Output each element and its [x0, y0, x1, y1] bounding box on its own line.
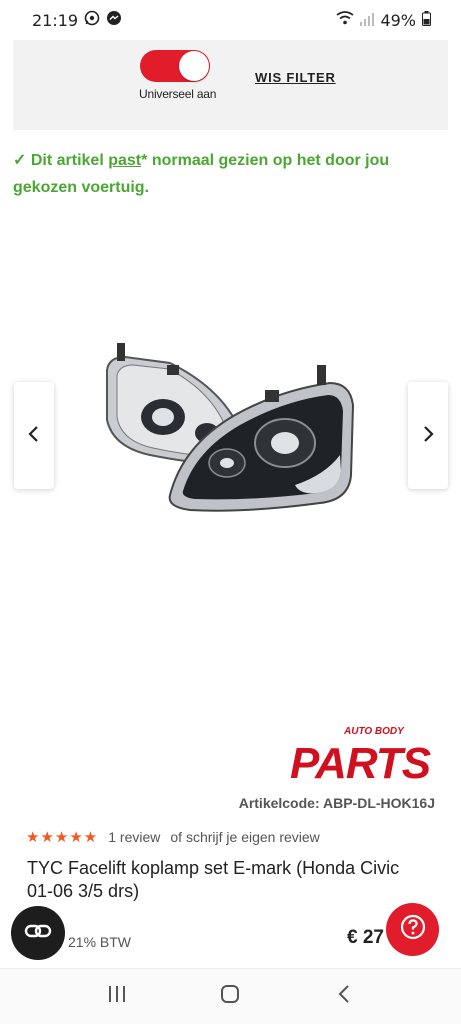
rating-stars: ★★★★★ — [26, 829, 99, 846]
fit-message: ✓ Dit artikel past* normaal gezien op he… — [13, 147, 443, 201]
question-icon — [400, 914, 426, 945]
toggle-label: Universeel aan — [139, 87, 217, 101]
battery-icon — [422, 10, 431, 30]
rating-row: ★★★★★ 1 review of schrijf je eigen revie… — [26, 828, 320, 846]
article-code: Artikelcode: ABP-DL-HOK16J — [238, 795, 435, 811]
check-icon: ✓ — [13, 152, 27, 169]
brand-logo-main-text: PARTS — [290, 739, 431, 784]
universal-toggle[interactable] — [140, 50, 210, 82]
whatsapp-icon — [84, 10, 100, 30]
system-nav-bar — [0, 968, 461, 1024]
status-time: 21:19 — [32, 10, 79, 30]
brand-logo-top-text: AUTO BODY — [343, 726, 405, 737]
recent-apps-button[interactable] — [97, 977, 137, 1017]
gallery-next-button[interactable] — [408, 382, 448, 489]
gallery-prev-button[interactable] — [14, 382, 54, 489]
battery-percent: 49% — [380, 10, 416, 30]
filter-bar: Universeel aan WIS FILTER — [13, 40, 448, 130]
status-left: 21:19 — [32, 10, 122, 30]
chat-button[interactable] — [11, 906, 65, 960]
vat-label: 21% BTW — [68, 934, 132, 950]
wifi-icon — [336, 10, 354, 30]
recent-apps-icon — [107, 985, 127, 1008]
messenger-icon — [106, 10, 122, 30]
product-title: TYC Facelift koplamp set E-mark (Honda C… — [27, 858, 400, 901]
help-button[interactable] — [386, 903, 439, 956]
review-count-link[interactable]: 1 review — [108, 829, 160, 845]
status-right: 49% — [336, 10, 431, 30]
back-button[interactable] — [324, 977, 364, 1017]
chevron-right-icon — [421, 423, 435, 449]
home-button[interactable] — [210, 977, 250, 1017]
product-price: € 27 — [347, 927, 384, 948]
signal-icon — [360, 11, 375, 30]
fit-message-prefix: Dit artikel — [30, 152, 104, 169]
brand-logo: AUTO BODY PARTS — [288, 720, 436, 788]
fit-message-link[interactable]: past — [108, 152, 141, 169]
status-bar: 21:19 49% — [0, 0, 461, 40]
product-image[interactable] — [95, 335, 365, 525]
home-icon — [220, 984, 240, 1009]
write-review-link[interactable]: of schrijf je eigen review — [170, 829, 319, 845]
toggle-knob[interactable] — [179, 51, 209, 81]
link-icon — [24, 923, 52, 944]
clear-filter-link[interactable]: WIS FILTER — [255, 70, 336, 85]
chevron-left-icon — [27, 423, 41, 449]
back-icon — [337, 984, 351, 1009]
